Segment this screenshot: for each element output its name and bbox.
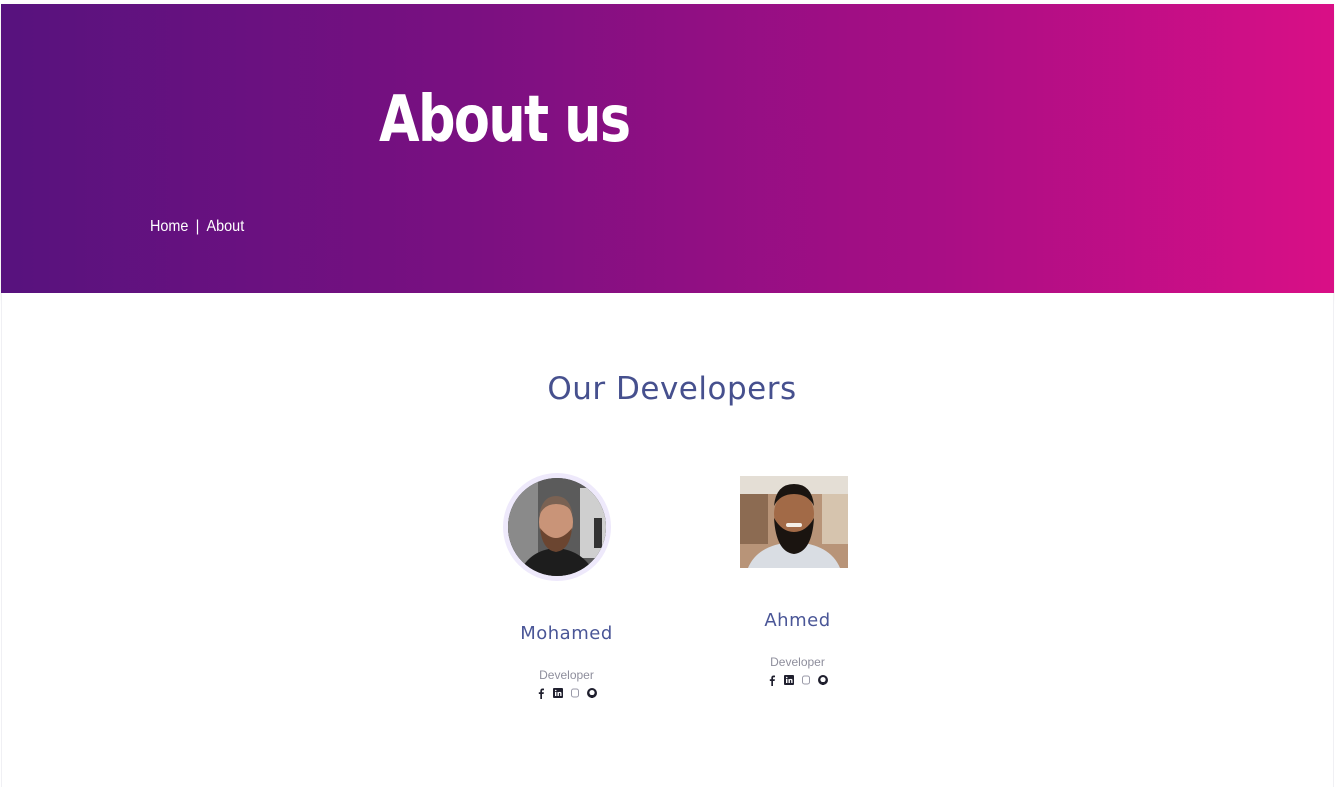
about-page: About us Home | About Our Developers Moh… [0,0,1335,787]
breadcrumb-current: About [206,218,245,235]
developer-card: Mohamed Developer [474,463,639,713]
linkedin-icon[interactable] [552,687,564,699]
facebook-icon[interactable] [766,674,778,686]
github-icon[interactable] [586,687,598,699]
github-icon[interactable] [817,674,829,686]
section-title: Our Developers [547,371,797,407]
avatar [503,473,611,581]
breadcrumb-separator: | [195,218,200,235]
developer-role: Developer [770,655,825,669]
avatar [740,476,848,568]
linkedin-icon[interactable] [783,674,795,686]
developer-name: Ahmed [764,610,831,631]
hero-banner: About us Home | About [1,4,1334,293]
social-links [484,687,649,699]
instagram-icon[interactable] [569,687,581,699]
facebook-icon[interactable] [535,687,547,699]
page-title: About us [379,83,631,157]
developer-card: Ahmed Developer [707,463,872,703]
avatar-photo [508,478,606,576]
breadcrumb-home-link[interactable]: Home [150,218,188,236]
instagram-icon[interactable] [800,674,812,686]
developer-name: Mohamed [520,623,613,644]
social-links [715,674,880,686]
breadcrumb: Home | About [150,218,244,236]
avatar-photo [740,476,848,568]
developer-role: Developer [539,668,594,682]
developers-section: Our Developers Mohamed Developer Ahmed D… [1,293,1334,787]
